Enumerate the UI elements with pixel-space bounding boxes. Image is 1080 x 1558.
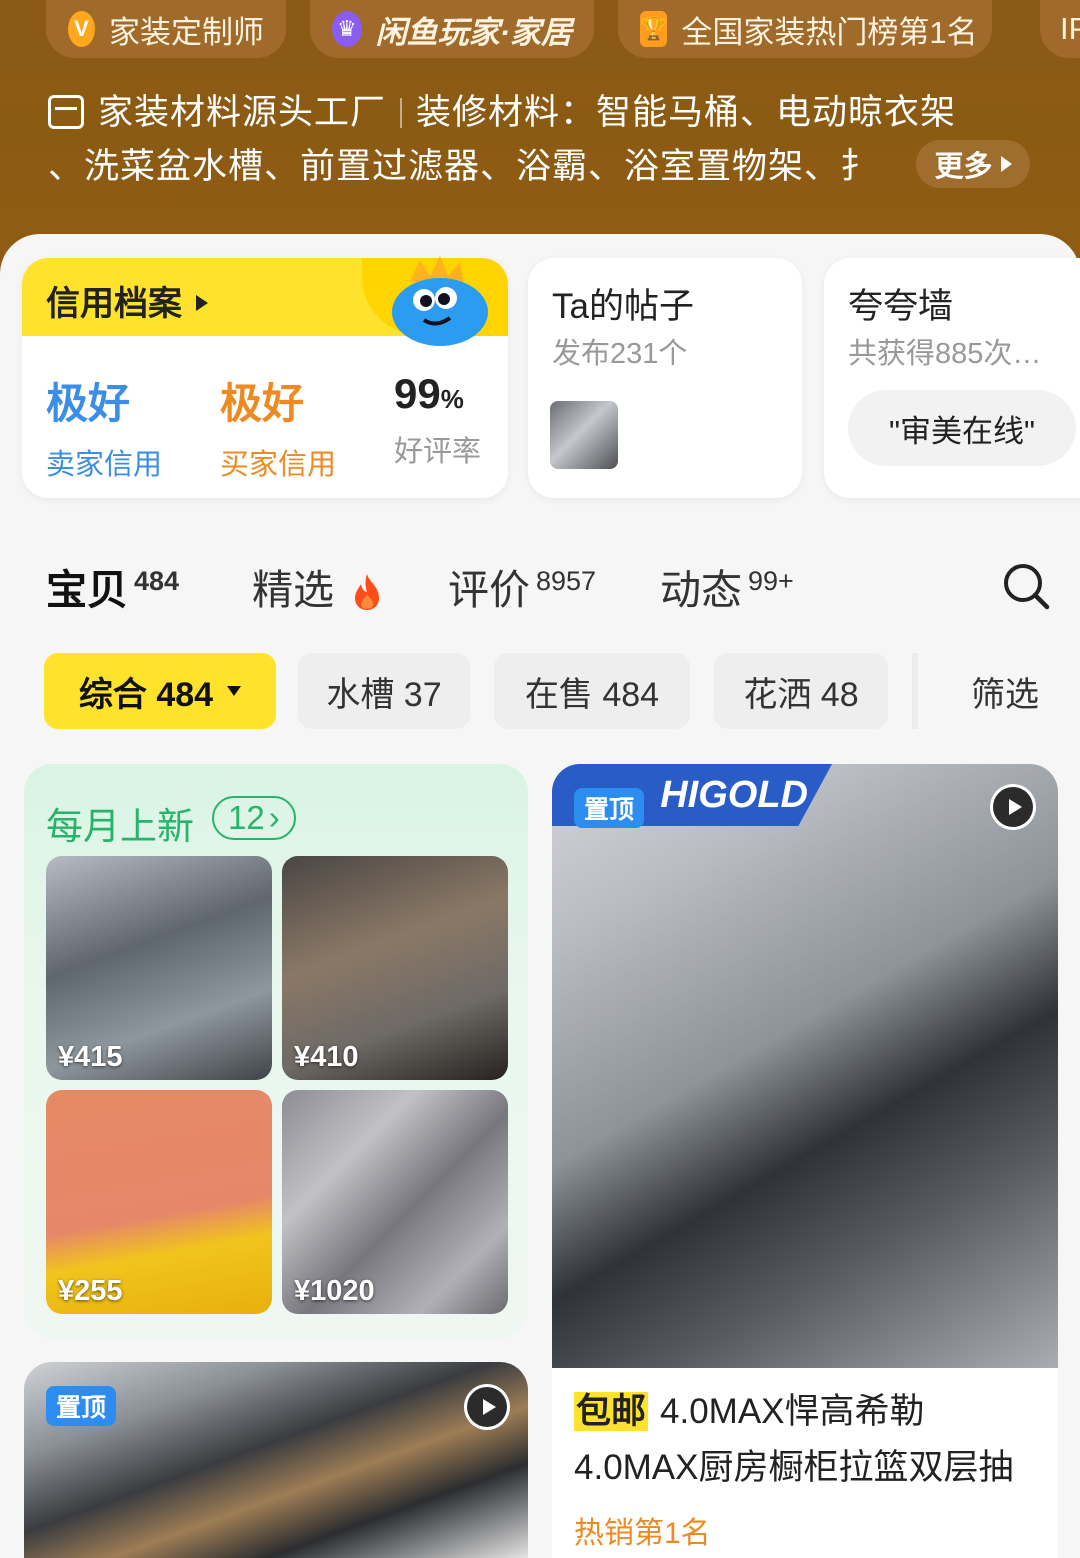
chip-label: 综合 484 [78,675,214,714]
rating-unit: % [440,384,464,414]
play-icon[interactable] [464,1384,510,1430]
posts-title: Ta的帖子 [552,287,694,326]
tab-label: 宝贝 [46,567,128,613]
tab-items[interactable]: 宝贝 484 [46,556,179,616]
chevron-down-icon [227,686,242,696]
badge-label: 全国家装热门榜第1名 [681,14,978,50]
tab-count: 99+ [748,566,794,596]
seller-credit-stat: 极好 卖家信用 [46,370,162,483]
crown-icon: ♛ [332,11,362,47]
tab-count: 8957 [536,566,597,596]
materials-line-1: 装修材料：智能马桶、电动晾衣架 [416,93,957,132]
badge-label: 家装定制师 [109,14,264,50]
tab-featured[interactable]: 精选 [252,556,383,616]
flame-icon [355,574,380,610]
monthly-count-number: 12 [228,799,265,836]
shop-intro: 家装材料源头工厂 装修材料：智能马桶、电动晾衣架 、洗菜盆水槽、前置过滤器、浴霸、… [48,86,1038,194]
item-price: ¥415 [58,1041,123,1073]
monthly-title: 每月上新 [46,806,194,847]
materials-line-2: 、洗菜盆水槽、前置过滤器、浴霸、浴室置物架、扌 [48,147,877,186]
badge-rank[interactable]: 🏆 全国家装热门榜第1名 [618,0,992,58]
divider [400,98,403,128]
monthly-item[interactable]: ¥255 [46,1090,272,1314]
search-icon[interactable] [1002,562,1050,610]
mascot-icon [392,256,488,346]
product-image[interactable] [552,764,1058,1368]
monthly-item[interactable]: ¥410 [282,856,508,1080]
chip-label: 筛选 [971,675,1039,714]
badge-label: 闲鱼玩家·家居 [375,14,572,50]
pinned-badge: 置顶 [46,1386,117,1426]
tab-label: 评价 [448,567,530,613]
buyer-credit-label: 买家信用 [220,449,337,481]
filter-sink[interactable]: 水槽 37 [298,653,470,729]
buyer-credit-value: 极好 [220,380,305,427]
triangle-right-icon [196,295,208,311]
rating-number: 99 [394,370,441,417]
more-label: 更多 [934,151,993,183]
product-title[interactable]: 包邮 4.0MAX悍高希勒4.0MAX厨房橱柜拉篮双层抽 [574,1384,1036,1496]
badge-label: IP [1060,11,1080,46]
item-price: ¥1020 [294,1275,375,1307]
praise-wall-card[interactable]: 夸夸墙 共获得885次… "审美在线" [824,258,1080,498]
wall-count: 共获得885次… [848,338,1042,370]
seller-credit-label: 卖家信用 [46,449,163,481]
more-button[interactable]: 更多 [916,140,1030,188]
tab-reviews[interactable]: 评价 8957 [448,556,596,616]
free-shipping-badge: 包邮 [574,1392,649,1431]
item-price: ¥255 [58,1275,123,1307]
tab-label: 精选 [252,567,334,613]
play-icon[interactable] [990,784,1036,830]
monthly-item[interactable]: ¥415 [46,856,272,1080]
posts-count: 发布231个 [552,338,688,370]
trophy-icon: 🏆 [640,11,668,47]
pinned-badge: 置顶 [574,788,645,828]
tab-label: 动态 [660,567,742,613]
rating-value: 99% [394,370,481,418]
monthly-item[interactable]: ¥1020 [282,1090,508,1314]
chip-label: 花洒 48 [743,675,859,714]
seller-credit-value: 极好 [46,380,131,427]
product-card[interactable]: 置顶 [24,1362,528,1558]
wall-title: 夸夸墙 [848,287,954,326]
chip-label: 水槽 37 [326,675,442,714]
filter-button[interactable]: 筛选 [912,653,1080,729]
badge-player-home[interactable]: ♛ 闲鱼玩家·家居 [310,0,594,58]
monthly-new-card[interactable]: 每月上新 12 › ¥415 ¥410 ¥255 ¥1020 [24,764,528,1338]
item-price: ¥410 [294,1041,359,1073]
credit-title-text: 信用档案 [46,285,182,323]
triangle-right-icon [1000,156,1012,172]
praise-pill[interactable]: "审美在线" [848,390,1076,466]
tab-activity[interactable]: 动态 99+ [660,556,794,616]
intro-line-1: 家装材料源头工厂 装修材料：智能马桶、电动晾衣架 [48,86,1038,140]
badge-home-designer[interactable]: V 家装定制师 [46,0,286,58]
rating-label: 好评率 [394,436,482,468]
monthly-count[interactable]: 12 › [212,796,296,840]
buyer-credit-stat: 极好 买家信用 [220,370,336,483]
store-icon [48,95,84,129]
factory-title: 家装材料源头工厂 [98,93,387,132]
product-card[interactable]: HIGOLD 置顶 包邮 4.0MAX悍高希勒4.0MAX厨房橱柜拉篮双层抽 热销… [552,764,1058,1558]
post-thumbnail[interactable] [550,401,618,469]
filter-shower[interactable]: 花洒 48 [714,653,888,729]
product-rank: 热销第1名 [574,1517,711,1550]
chip-label: 在售 484 [524,675,660,714]
v-badge-icon: V [68,11,95,47]
credit-title: 信用档案 [46,276,208,325]
chevron-right-icon: › [268,799,280,836]
rating-stat: 99% 好评率 [394,370,481,470]
tab-count: 484 [134,566,180,596]
badge-ip[interactable]: IP [1040,0,1080,58]
filter-comprehensive[interactable]: 综合 484 [44,653,276,729]
posts-card[interactable]: Ta的帖子 发布231个 [528,258,802,498]
filter-on-sale[interactable]: 在售 484 [494,653,690,729]
